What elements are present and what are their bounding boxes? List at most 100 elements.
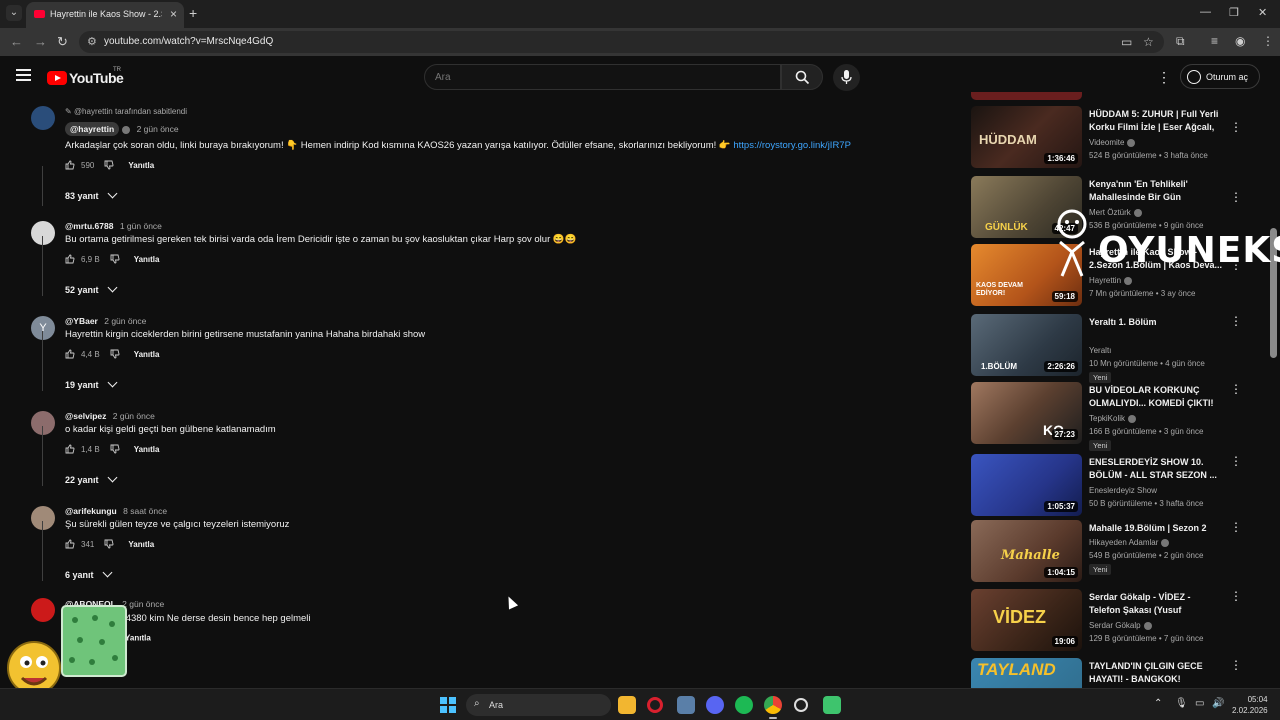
- avatar[interactable]: [31, 106, 55, 130]
- taskbar-search[interactable]: ⌕ Ara: [466, 694, 611, 716]
- replies-toggle[interactable]: 6 yanıt: [65, 567, 112, 580]
- comment-author[interactable]: @arifekungu: [65, 506, 117, 516]
- comment-author[interactable]: @mrtu.6788: [65, 221, 113, 231]
- browser-tab-active[interactable]: Hayrettin ile Kaos Show - 2.Sez ×: [26, 2, 184, 28]
- video-item[interactable]: KO 27:23 BU VİDEOLAR KORKUNÇ OLMALIYDI..…: [971, 382, 1251, 451]
- video-title[interactable]: TAYLAND'IN ÇILGIN GECE HAYATI! - BANGKOK…: [1089, 660, 1224, 686]
- forward-icon[interactable]: →: [34, 34, 47, 49]
- tab-close-icon[interactable]: ×: [170, 7, 177, 21]
- video-options-icon[interactable]: ⋮: [1230, 589, 1242, 603]
- comment-author[interactable]: @selvipez: [65, 411, 106, 421]
- media-icon[interactable]: ≡: [1211, 34, 1218, 48]
- video-title[interactable]: BU VİDEOLAR KORKUNÇ OLMALIYDI... KOMEDİ …: [1089, 384, 1224, 410]
- profile-icon[interactable]: ◉: [1235, 34, 1245, 48]
- windows-start-icon[interactable]: [440, 697, 456, 713]
- comment-time[interactable]: 8 saat önce: [123, 506, 167, 516]
- dislike-icon[interactable]: [104, 160, 114, 170]
- video-thumbnail[interactable]: KO 27:23: [971, 382, 1082, 444]
- video-channel[interactable]: Hikayeden Adamlar: [1089, 538, 1170, 547]
- network-icon[interactable]: ▭: [1195, 698, 1204, 709]
- address-bar[interactable]: ⚙ youtube.com/watch?v=MrscNqe4GdQ ▭ ☆: [79, 31, 1164, 53]
- microphone-tray-icon[interactable]: 🎙: [1175, 698, 1188, 709]
- back-icon[interactable]: ←: [10, 34, 23, 49]
- reply-button[interactable]: Yanıtla: [128, 161, 154, 170]
- video-thumbnail[interactable]: HÜDDAM 1:36:46: [971, 106, 1082, 168]
- browser-menu-icon[interactable]: ⋮: [1262, 34, 1274, 48]
- reply-button[interactable]: Yanıtla: [134, 350, 160, 359]
- video-channel[interactable]: Videomite: [1089, 138, 1136, 147]
- minimize-icon[interactable]: —: [1200, 6, 1211, 18]
- replies-toggle[interactable]: 83 yanıt: [65, 188, 117, 201]
- settings-kebab-icon[interactable]: ⋮: [1157, 69, 1171, 86]
- comment-time[interactable]: 2 gün önce: [137, 124, 179, 134]
- channel-name[interactable]: Videomite: [1089, 138, 1124, 147]
- dislike-icon[interactable]: [104, 539, 114, 549]
- video-thumbnail[interactable]: 1:05:37: [971, 454, 1082, 516]
- obs-icon[interactable]: [794, 698, 808, 712]
- dislike-icon[interactable]: [110, 444, 120, 454]
- star-icon[interactable]: ☆: [1143, 35, 1154, 49]
- file-explorer-icon[interactable]: [618, 696, 636, 714]
- channel-name[interactable]: Yeraltı: [1089, 346, 1111, 355]
- video-item[interactable]: 1.BÖLÜM 2:26:26 Yeraltı 1. Bölüm Yeraltı…: [971, 314, 1251, 383]
- avatar[interactable]: Y: [31, 316, 55, 340]
- comment-author[interactable]: @hayrettin: [65, 122, 120, 136]
- comment-time[interactable]: 2 gün önce: [113, 411, 155, 421]
- spotify-icon[interactable]: [735, 696, 753, 714]
- hamburger-menu-icon[interactable]: [16, 69, 31, 81]
- reload-icon[interactable]: ↻: [57, 34, 68, 50]
- avatar[interactable]: [31, 221, 55, 245]
- search-button[interactable]: [781, 64, 823, 90]
- replies-toggle[interactable]: 22 yanıt: [65, 472, 117, 485]
- video-options-icon[interactable]: ⋮: [1230, 454, 1242, 468]
- video-title[interactable]: ENESLERDEYİZ SHOW 10. BÖLÜM - ALL STAR S…: [1089, 456, 1224, 482]
- video-item[interactable]: VİDEZ 19:06 Serdar Gökalp - VİDEZ - Tele…: [971, 589, 1251, 653]
- video-channel[interactable]: Serdar Gökalp: [1089, 621, 1152, 630]
- opera-gx-icon[interactable]: [647, 697, 663, 713]
- replies-toggle[interactable]: 19 yanıt: [65, 377, 117, 390]
- like-icon[interactable]: [65, 254, 75, 264]
- reply-button[interactable]: Yanıtla: [134, 255, 160, 264]
- video-item[interactable]: HÜDDAM 1:36:46 HÜDDAM 5: ZUHUR | Full Ye…: [971, 106, 1251, 170]
- app-green-icon[interactable]: [823, 696, 841, 714]
- video-thumbnail[interactable]: Mahalle 1:04:15: [971, 520, 1082, 582]
- search-box[interactable]: [424, 64, 781, 90]
- app-icon[interactable]: [677, 696, 695, 714]
- video-options-icon[interactable]: ⋮: [1230, 658, 1242, 672]
- youtube-logo[interactable]: YouTube TR: [47, 67, 124, 87]
- channel-name[interactable]: Hikayeden Adamlar: [1089, 538, 1158, 547]
- chrome-icon[interactable]: [764, 696, 782, 714]
- comment-time[interactable]: 2 gün önce: [104, 316, 146, 326]
- video-channel[interactable]: TepkiKolik: [1089, 414, 1137, 423]
- signin-button[interactable]: Oturum aç: [1180, 64, 1260, 89]
- video-thumbnail[interactable]: 1.BÖLÜM 2:26:26: [971, 314, 1082, 376]
- restore-icon[interactable]: ❐: [1229, 6, 1239, 19]
- video-title[interactable]: Yeraltı 1. Bölüm: [1089, 316, 1224, 329]
- volume-icon[interactable]: 🔊: [1212, 698, 1224, 709]
- video-title[interactable]: Kenya'nın 'En Tehlikeli' Mahallesinde Bi…: [1089, 178, 1224, 204]
- cast-icon[interactable]: ▭: [1121, 35, 1132, 49]
- new-tab-icon[interactable]: +: [189, 5, 197, 21]
- comment-time[interactable]: 1 gün önce: [120, 221, 162, 231]
- channel-name[interactable]: TepkiKolik: [1089, 414, 1125, 423]
- video-item[interactable]: 1:05:37 ENESLERDEYİZ SHOW 10. BÖLÜM - AL…: [971, 454, 1251, 518]
- video-options-icon[interactable]: ⋮: [1230, 382, 1242, 396]
- video-options-icon[interactable]: ⋮: [1230, 520, 1242, 534]
- comment-link[interactable]: https://roystory.go.link/jIR7P: [733, 140, 851, 151]
- video-item[interactable]: Mahalle 1:04:15 Mahalle 19.Bölüm | Sezon…: [971, 520, 1251, 584]
- system-clock[interactable]: 05:04 2.02.2026: [1232, 694, 1268, 716]
- like-icon[interactable]: [65, 444, 75, 454]
- voice-search-button[interactable]: [833, 64, 860, 91]
- close-window-icon[interactable]: ✕: [1258, 6, 1267, 19]
- video-options-icon[interactable]: ⋮: [1230, 120, 1242, 134]
- like-icon[interactable]: [65, 160, 75, 170]
- extensions-icon[interactable]: ⧉: [1176, 34, 1185, 49]
- tray-chevron-icon[interactable]: ⌃: [1154, 698, 1162, 709]
- video-item[interactable]: TAYLAND TAYLAND'IN ÇILGIN GECE HAYATI! -…: [971, 658, 1251, 688]
- video-thumbnail[interactable]: VİDEZ 19:06: [971, 589, 1082, 651]
- like-icon[interactable]: [65, 539, 75, 549]
- like-icon[interactable]: [65, 349, 75, 359]
- dislike-icon[interactable]: [110, 349, 120, 359]
- comment-author[interactable]: @YBaer: [65, 316, 98, 326]
- video-thumbnail[interactable]: TAYLAND: [971, 658, 1082, 688]
